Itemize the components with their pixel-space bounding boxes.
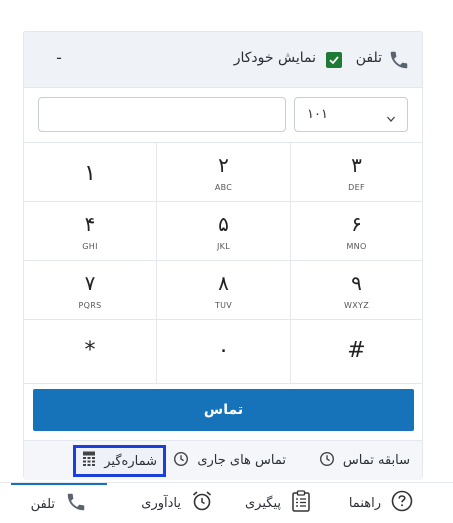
- key-6[interactable]: ۶ MNO: [291, 202, 422, 261]
- key-hash[interactable]: #: [291, 320, 422, 384]
- key-9[interactable]: ۹ WXYZ: [291, 261, 422, 320]
- nav-label: یادآوری: [141, 495, 181, 511]
- dial-keypad: ۱ ۲ ABC ۳ DEF ۴ GHI ۵ JKL ۶ MNO ۷ PQRS ۸ TUV ۹ W…: [24, 142, 422, 385]
- key-letters: DEF: [348, 183, 365, 192]
- nav-item-phone[interactable]: تلفن: [10, 483, 107, 523]
- key-letters: WXYZ: [344, 301, 369, 310]
- key-1[interactable]: ۱: [24, 143, 157, 202]
- auto-display-checkbox[interactable]: [326, 52, 342, 68]
- nav-item-reminder[interactable]: یادآوری: [141, 483, 213, 523]
- key-digit: ۷: [84, 271, 96, 295]
- key-digit: ۳: [351, 153, 362, 177]
- nav-item-tracking[interactable]: پیگیری: [245, 483, 311, 523]
- key-letters: MNO: [346, 242, 367, 251]
- phone-widget: تلفن نمایش خودکار - ۱۰۱ ۱ ۲ ABC ۳ DEF ۴ GHI…: [0, 0, 453, 523]
- tab-label: شماره‌گیر: [104, 453, 157, 469]
- key-digit: ۹: [351, 271, 362, 295]
- nav-label: پیگیری: [245, 495, 281, 511]
- key-letters: TUV: [214, 301, 233, 310]
- key-3[interactable]: ۳ DEF: [291, 143, 422, 202]
- key-digit: ۵: [218, 212, 229, 236]
- key-0[interactable]: ۰: [157, 320, 291, 384]
- key-digit: ۸: [218, 271, 229, 295]
- key-digit: *: [84, 338, 96, 363]
- help-icon: [391, 490, 413, 516]
- nav-label: تلفن: [30, 496, 55, 512]
- clock-icon: [173, 451, 189, 471]
- key-digit: ۱: [84, 161, 96, 186]
- clock-icon: [319, 451, 335, 471]
- phone-icon: [65, 491, 87, 517]
- chevron-down-icon: [386, 109, 396, 128]
- tab-label: تماس های جاری: [197, 453, 286, 468]
- key-digit: ۶: [351, 212, 362, 236]
- key-letters: ABC: [214, 183, 233, 192]
- key-2[interactable]: ۲ ABC: [157, 143, 291, 202]
- dialpad-icon: [82, 451, 96, 471]
- tab-label: سابقه تماس: [342, 453, 410, 468]
- line-select-value: ۱۰۱: [307, 107, 328, 122]
- key-8[interactable]: ۸ TUV: [157, 261, 291, 320]
- key-digit: ۰: [217, 338, 230, 363]
- phone-panel: تلفن نمایش خودکار - ۱۰۱ ۱ ۲ ABC ۳ DEF ۴ GHI…: [23, 31, 423, 480]
- key-letters: GHI: [82, 242, 98, 251]
- key-4[interactable]: ۴ GHI: [24, 202, 157, 261]
- key-7[interactable]: ۷ PQRS: [24, 261, 157, 320]
- line-select[interactable]: ۱۰۱: [294, 97, 408, 132]
- alarm-clock-icon: [191, 490, 213, 516]
- key-letters: JKL: [217, 242, 230, 251]
- key-digit: ۴: [84, 212, 96, 236]
- clipboard-icon: [291, 490, 311, 516]
- key-digit: #: [347, 338, 366, 363]
- call-button[interactable]: تماس: [33, 389, 414, 431]
- panel-header: تلفن نمایش خودکار -: [24, 32, 422, 88]
- nav-item-help[interactable]: راهنما: [349, 483, 413, 523]
- nav-label: راهنما: [348, 495, 381, 511]
- phone-number-input[interactable]: [38, 97, 286, 132]
- phone-subtabs: سابقه تماس تماس های جاری شماره‌گیر: [24, 440, 422, 480]
- tab-call-history[interactable]: سابقه تماس: [311, 441, 418, 480]
- key-letters: PQRS: [78, 301, 102, 310]
- bottom-navigation: راهنما پیگیری یادآوری تلفن: [0, 482, 453, 523]
- tab-current-calls[interactable]: تماس های جاری: [165, 441, 294, 480]
- phone-icon: [388, 49, 410, 71]
- key-5[interactable]: ۵ JKL: [157, 202, 291, 261]
- panel-title: تلفن: [355, 50, 382, 66]
- key-star[interactable]: *: [24, 320, 157, 384]
- minimize-button[interactable]: -: [52, 48, 66, 68]
- auto-display-label: نمایش خودکار: [233, 50, 316, 66]
- key-digit: ۲: [218, 153, 229, 177]
- tab-dialer[interactable]: شماره‌گیر: [73, 445, 166, 477]
